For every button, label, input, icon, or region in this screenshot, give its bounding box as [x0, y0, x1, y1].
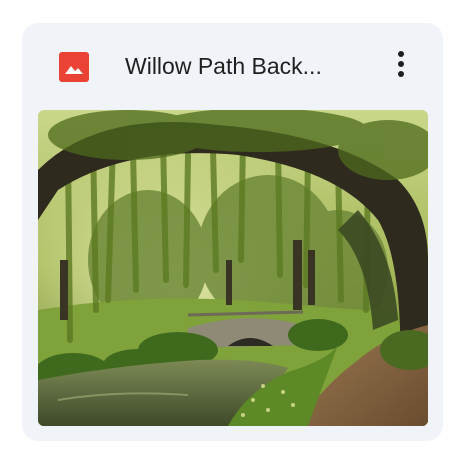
- willow-park-image: [38, 110, 428, 426]
- file-card[interactable]: Willow Path Back...: [22, 23, 443, 441]
- file-thumbnail[interactable]: [38, 110, 428, 426]
- more-options-button[interactable]: [382, 47, 420, 85]
- more-vert-icon: [397, 50, 405, 83]
- file-title: Willow Path Back...: [125, 53, 322, 79]
- image-file-icon: [59, 52, 89, 82]
